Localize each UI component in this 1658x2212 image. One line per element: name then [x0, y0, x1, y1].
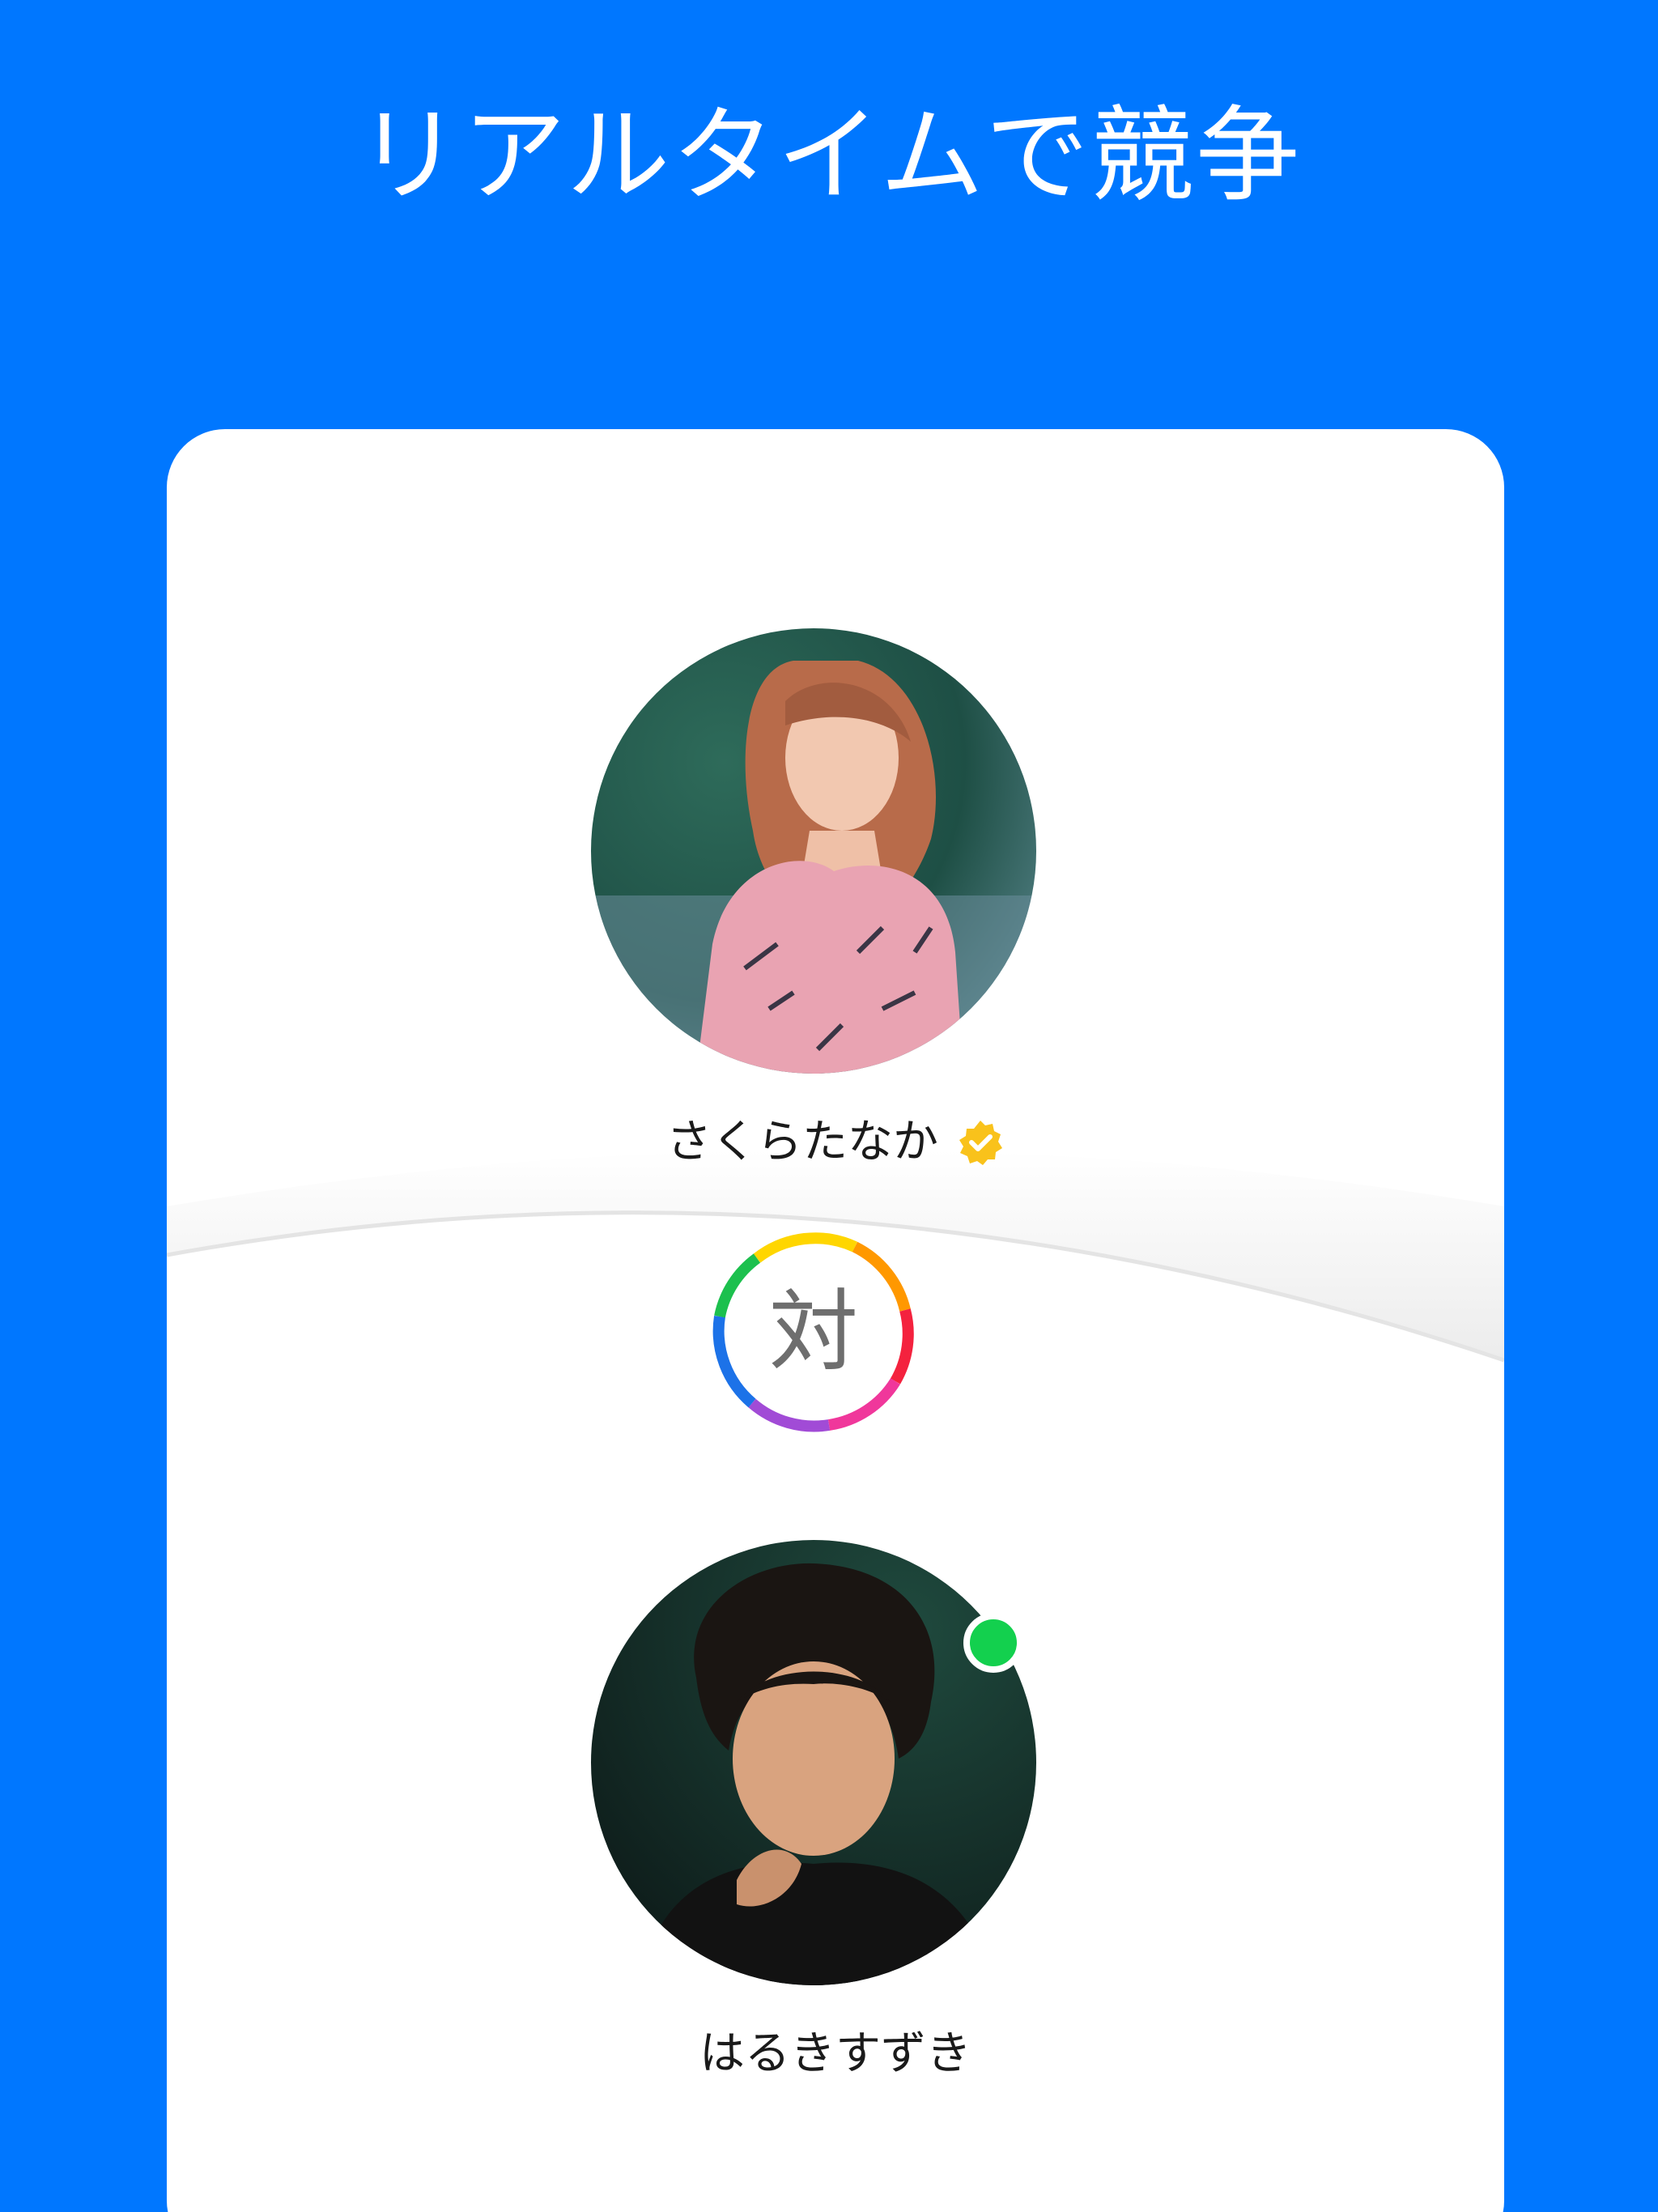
challenger-name: さくらたなか [666, 1116, 938, 1168]
opponent-avatar[interactable] [591, 1540, 1036, 1985]
opponent-name: はるきすずき [699, 2027, 971, 2080]
challenger-name-row: さくらたなか [167, 1114, 1504, 1171]
avatar-photo-man-icon [591, 1540, 1036, 1985]
verified-badge-icon [956, 1118, 1005, 1167]
avatar-photo-woman-icon [591, 628, 1036, 1074]
challenger-avatar[interactable] [591, 628, 1036, 1074]
online-status-dot [963, 1613, 1023, 1673]
versus-badge: 対 [708, 1226, 920, 1438]
match-card: さくらたなか 対 はるきすずき [167, 429, 1504, 2212]
app-screen: リアルタイムで競争 さくらたなか 対 はるきすずき [0, 0, 1658, 2212]
versus-label: 対 [769, 1280, 858, 1384]
headline-title: リアルタイムで競争 [356, 96, 1302, 216]
